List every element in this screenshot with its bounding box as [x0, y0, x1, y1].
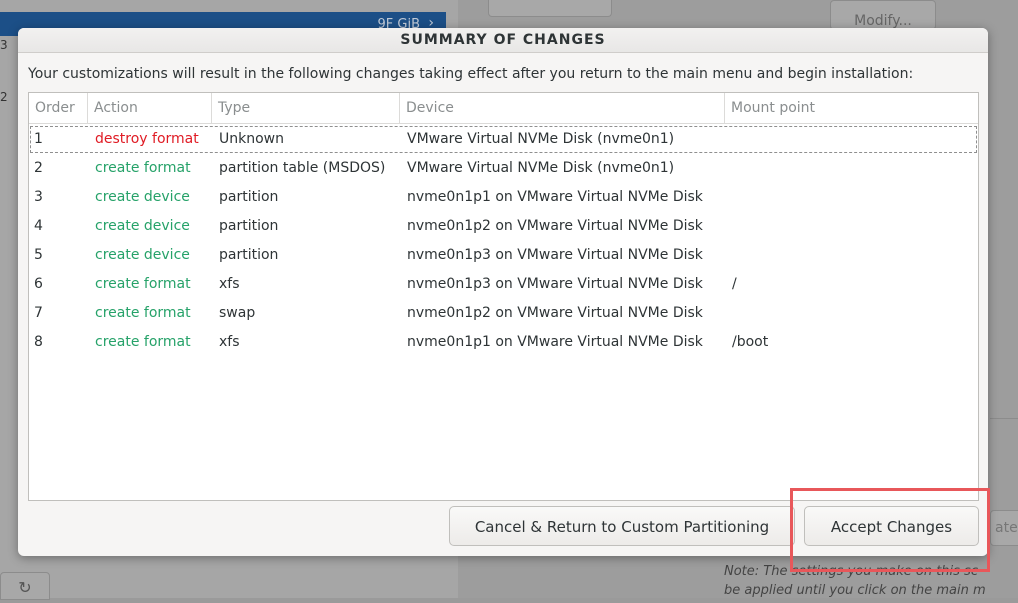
table-header: Order Action Type Device Mount point: [29, 93, 978, 124]
cell-order: 4: [34, 218, 43, 234]
cell-action: create format: [95, 334, 191, 350]
cell-type: partition: [219, 189, 279, 205]
background-note: Note: The settings you make on this sc b…: [724, 562, 986, 600]
dialog-title: SUMMARY OF CHANGES: [18, 28, 988, 53]
accept-changes-button[interactable]: Accept Changes: [804, 506, 979, 546]
cell-device: nvme0n1p3 on VMware Virtual NVMe Disk: [407, 247, 703, 263]
cell-device: nvme0n1p1 on VMware Virtual NVMe Disk: [407, 189, 703, 205]
background-update-button: ate: [990, 510, 1018, 546]
cell-order: 6: [34, 276, 43, 292]
cell-device: nvme0n1p2 on VMware Virtual NVMe Disk: [407, 305, 703, 321]
cell-action: create device: [95, 247, 190, 263]
cell-type: xfs: [219, 334, 240, 350]
changes-table[interactable]: Order Action Type Device Mount point 1 d…: [28, 92, 979, 501]
cell-order: 7: [34, 305, 43, 321]
table-row[interactable]: 1 destroy format Unknown VMware Virtual …: [29, 125, 978, 154]
cancel-return-button[interactable]: Cancel & Return to Custom Partitioning: [449, 506, 795, 546]
cell-action: create format: [95, 160, 191, 176]
cell-action: create device: [95, 218, 190, 234]
cell-type: swap: [219, 305, 256, 321]
cell-type: Unknown: [219, 131, 284, 147]
cell-device: nvme0n1p2 on VMware Virtual NVMe Disk: [407, 218, 703, 234]
cell-device: VMware Virtual NVMe Disk (nvme0n1): [407, 131, 675, 147]
cell-order: 3: [34, 189, 43, 205]
table-row[interactable]: 6 create format xfs nvme0n1p3 on VMware …: [29, 270, 978, 299]
cell-type: partition: [219, 218, 279, 234]
cell-device: VMware Virtual NVMe Disk (nvme0n1): [407, 160, 675, 176]
table-row[interactable]: 7 create format swap nvme0n1p2 on VMware…: [29, 299, 978, 328]
table-row[interactable]: 3 create device partition nvme0n1p1 on V…: [29, 183, 978, 212]
background-side-number: 2: [0, 90, 8, 104]
summary-of-changes-dialog: SUMMARY OF CHANGES Your customizations w…: [18, 28, 988, 556]
cell-order: 5: [34, 247, 43, 263]
background-modify-button: Modify...: [830, 0, 936, 30]
column-header-mount-point[interactable]: Mount point: [725, 93, 978, 123]
cell-order: 2: [34, 160, 43, 176]
background-field: [488, 0, 612, 17]
refresh-icon: ↻: [0, 572, 50, 600]
dialog-message: Your customizations will result in the f…: [28, 66, 914, 82]
cell-type: partition table (MSDOS): [219, 160, 386, 176]
cell-order: 1: [34, 131, 43, 147]
cell-order: 8: [34, 334, 43, 350]
column-header-device[interactable]: Device: [400, 93, 725, 123]
cell-type: partition: [219, 247, 279, 263]
background-divider: [990, 418, 1018, 459]
background-side-number: 3: [0, 38, 8, 52]
table-row[interactable]: 4 create device partition nvme0n1p2 on V…: [29, 212, 978, 241]
column-header-order[interactable]: Order: [29, 93, 88, 123]
cell-type: xfs: [219, 276, 240, 292]
table-row[interactable]: 8 create format xfs nvme0n1p1 on VMware …: [29, 328, 978, 357]
background-note-line: be applied until you click on the main m: [724, 583, 986, 598]
cell-mount-point: /boot: [732, 334, 769, 350]
cell-action: create device: [95, 189, 190, 205]
cell-action: destroy format: [95, 131, 199, 147]
background-note-line: Note: The settings you make on this sc: [724, 564, 978, 579]
cell-device: nvme0n1p1 on VMware Virtual NVMe Disk: [407, 334, 703, 350]
column-header-action[interactable]: Action: [88, 93, 212, 123]
table-row[interactable]: 2 create format partition table (MSDOS) …: [29, 154, 978, 183]
column-header-type[interactable]: Type: [212, 93, 400, 123]
cell-mount-point: /: [732, 276, 737, 292]
cell-action: create format: [95, 305, 191, 321]
table-row[interactable]: 5 create device partition nvme0n1p3 on V…: [29, 241, 978, 270]
cell-device: nvme0n1p3 on VMware Virtual NVMe Disk: [407, 276, 703, 292]
cell-action: create format: [95, 276, 191, 292]
